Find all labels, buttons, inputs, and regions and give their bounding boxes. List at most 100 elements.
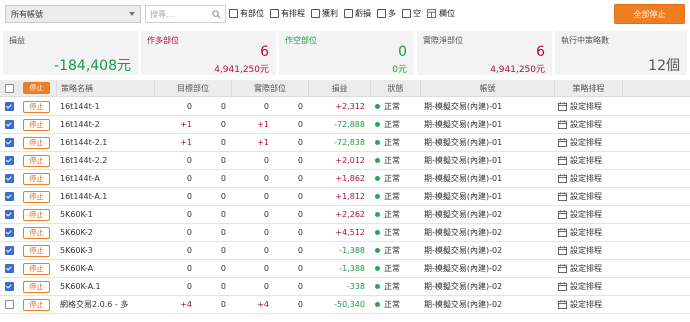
row-checkbox[interactable] [5, 246, 14, 255]
strategy-name[interactable]: 5K60K-1 [60, 206, 154, 223]
schedule-link[interactable]: 設定排程 [558, 242, 622, 259]
strategy-name[interactable]: 16t144t-2.2 [60, 152, 154, 169]
schedule-link[interactable]: 設定排程 [558, 224, 622, 241]
checkbox[interactable] [377, 9, 386, 18]
schedule-link[interactable]: 設定排程 [558, 278, 622, 295]
account-select[interactable]: 所有帳號 [5, 5, 141, 23]
schedule-link[interactable]: 設定排程 [558, 206, 622, 223]
table-row[interactable]: 停止 5K60K-A.1 0 0 0 0 -338 正常 期-模擬交易(內建)-02 設定排程 [0, 278, 690, 296]
pnl-card-value: -184,408元 [54, 58, 131, 74]
row-stop-button[interactable]: 停止 [23, 208, 50, 221]
pnl-card: 損益 -184,408元 [3, 31, 138, 75]
row-checkbox[interactable] [5, 282, 14, 291]
account-cell: 期-模擬交易(內建)-01 [424, 156, 503, 165]
stop-cell: 停止 [23, 152, 53, 169]
filter-long[interactable]: 多 [377, 8, 396, 19]
strategy-name[interactable]: 5K60K-A.1 [60, 278, 154, 295]
header-target[interactable]: 目標部位 [154, 80, 231, 96]
strategy-name[interactable]: 16t144t-2.1 [60, 134, 154, 151]
checkbox[interactable] [344, 9, 353, 18]
schedule-link[interactable]: 設定排程 [558, 296, 622, 313]
select-cell [5, 278, 17, 295]
header-schedule[interactable]: 策略排程 [554, 80, 622, 96]
header-pnl[interactable]: 損益 [308, 80, 370, 96]
row-checkbox[interactable] [5, 102, 14, 111]
filter-has-schedule[interactable]: 有排程 [270, 8, 305, 19]
actual-short: 0 [297, 300, 303, 309]
row-stop-button[interactable]: 停止 [23, 190, 50, 203]
strategy-name[interactable]: 5K60K-2 [60, 224, 154, 241]
row-stop-button[interactable]: 停止 [23, 172, 50, 185]
row-checkbox[interactable] [5, 210, 14, 219]
table-row[interactable]: 停止 5K60K-A 0 0 0 0 -1,388 正常 期-模擬交易(內建)-02 設定排程 [0, 260, 690, 278]
strategy-name[interactable]: 16t144t-1 [60, 98, 154, 115]
row-checkbox[interactable] [5, 156, 14, 165]
account-cell: 期-模擬交易(內建)-02 [424, 228, 503, 237]
table-row[interactable]: 停止 5K60K-3 0 0 0 0 -1,388 正常 期-模擬交易(內建)-02 設定排程 [0, 242, 690, 260]
status-cell: 正常 [375, 242, 420, 259]
actual-long: 0 [263, 228, 269, 237]
select-all-checkbox[interactable] [5, 83, 14, 93]
row-stop-button[interactable]: 停止 [23, 244, 50, 257]
strategy-name[interactable]: 網格交易2.0.6 - 多 [60, 296, 154, 313]
schedule-link[interactable]: 設定排程 [558, 98, 622, 115]
header-account[interactable]: 帳號 [420, 80, 554, 96]
schedule-link[interactable]: 設定排程 [558, 134, 622, 151]
strategy-name[interactable]: 16t144t-A.1 [60, 188, 154, 205]
table-row[interactable]: 停止 16t144t-2 +1 0 +1 0 -72,888 正常 期-模擬交易(內建)-01 設… [0, 116, 690, 134]
table-row[interactable]: 停止 5K60K-2 0 0 0 0 +4,512 正常 期-模擬交易(內建)-02 設定排程 [0, 224, 690, 242]
row-stop-button[interactable]: 停止 [23, 100, 50, 113]
schedule-link[interactable]: 設定排程 [558, 188, 622, 205]
table-row[interactable]: 停止 16t144t-A.1 0 0 0 0 +1,812 正常 期-模擬交易(內建)-01 設定… [0, 188, 690, 206]
select-cell [5, 206, 17, 223]
checkbox[interactable] [402, 9, 411, 18]
row-checkbox[interactable] [5, 138, 14, 147]
filter-label: 有排程 [281, 9, 305, 18]
table-row[interactable]: 停止 5K60K-1 0 0 0 0 +2,262 正常 期-模擬交易(內建)-02 設定排程 [0, 206, 690, 224]
strategy-name[interactable]: 5K60K-3 [60, 242, 154, 259]
row-checkbox[interactable] [5, 192, 14, 201]
header-actual[interactable]: 實際部位 [231, 80, 308, 96]
header-status[interactable]: 狀態 [370, 80, 420, 96]
schedule-link[interactable]: 設定排程 [558, 116, 622, 133]
row-stop-button[interactable]: 停止 [23, 298, 50, 311]
filter-profit[interactable]: 獲利 [311, 8, 338, 19]
row-stop-button[interactable]: 停止 [23, 136, 50, 149]
table-row[interactable]: 停止 16t144t-2.2 0 0 0 0 +2,012 正常 期-模擬交易(內建)-01 設定… [0, 152, 690, 170]
row-stop-button[interactable]: 停止 [23, 280, 50, 293]
strategy-name[interactable]: 16t144t-A [60, 170, 154, 187]
table-row[interactable]: 停止 16t144t-2.1 +1 0 +1 0 -72,838 正常 期-模擬交易(內建)-0… [0, 134, 690, 152]
row-stop-button[interactable]: 停止 [23, 262, 50, 275]
table-row[interactable]: 停止 16t144t-A 0 0 0 0 +1,862 正常 期-模擬交易(內建)-01 設定排程 [0, 170, 690, 188]
header-name[interactable]: 策略名稱 [56, 80, 154, 96]
status-cell: 正常 [375, 206, 420, 223]
strategy-name[interactable]: 16t144t-2 [60, 116, 154, 133]
checkbox[interactable] [311, 9, 320, 18]
schedule-link[interactable]: 設定排程 [558, 152, 622, 169]
target-long: 0 [186, 246, 192, 255]
table-row[interactable]: 停止 網格交易2.0.6 - 多 +4 0 +4 0 -50,340 正常 期-模擬交易(內建)… [0, 296, 690, 314]
search-input[interactable] [150, 9, 212, 19]
row-stop-button[interactable]: 停止 [23, 154, 50, 167]
calendar-icon [558, 156, 567, 165]
search-field[interactable] [145, 5, 226, 23]
schedule-link[interactable]: 設定排程 [558, 170, 622, 187]
columns-button[interactable]: 欄位 [427, 8, 455, 19]
row-checkbox[interactable] [5, 264, 14, 273]
filter-loss[interactable]: 虧損 [344, 8, 371, 19]
strategy-name[interactable]: 5K60K-A [60, 260, 154, 277]
row-stop-button[interactable]: 停止 [23, 118, 50, 131]
checkbox[interactable] [229, 9, 238, 18]
table-row[interactable]: 停止 16t144t-1 0 0 0 0 +2,312 正常 期-模擬交易(內建)-01 設定排程 [0, 98, 690, 116]
schedule-link[interactable]: 設定排程 [558, 260, 622, 277]
filter-short[interactable]: 空 [402, 8, 421, 19]
stop-all-button[interactable]: 全部停止 [614, 4, 685, 24]
row-checkbox[interactable] [5, 174, 14, 183]
checkbox[interactable] [270, 9, 279, 18]
row-stop-button[interactable]: 停止 [23, 226, 50, 239]
filter-has-position[interactable]: 有部位 [229, 8, 264, 19]
stop-selected-button[interactable]: 停止 [23, 82, 50, 94]
row-checkbox[interactable] [5, 300, 14, 309]
row-checkbox[interactable] [5, 120, 14, 129]
row-checkbox[interactable] [5, 228, 14, 237]
